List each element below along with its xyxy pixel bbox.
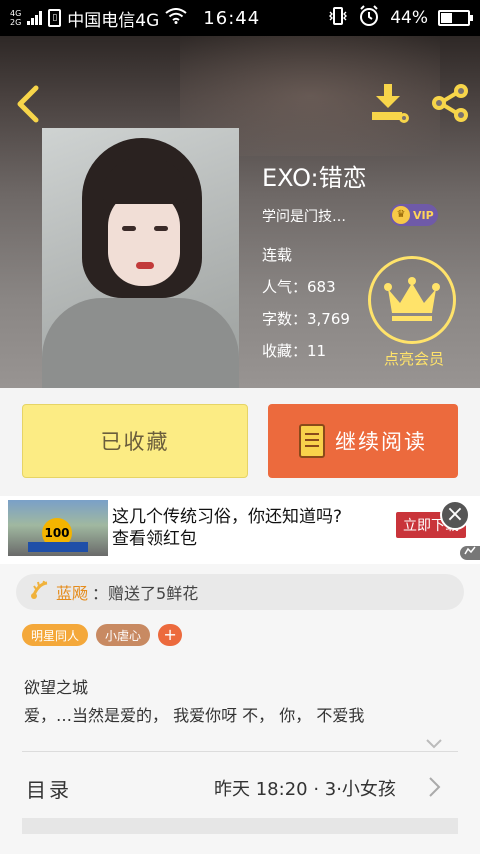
signal-icon (27, 11, 43, 25)
tag-item[interactable]: 小虐心 (96, 624, 151, 646)
description-title: 欲望之城 (24, 678, 89, 697)
favorite-button[interactable]: 已收藏 (22, 404, 248, 478)
gift-user[interactable]: 蓝飏 (56, 580, 88, 604)
clock-time: 16:44 (203, 7, 261, 29)
chevron-down-icon (426, 739, 442, 749)
network-type: 4G 2G (10, 9, 21, 27)
gift-message: ：赠送了5鲜花 (92, 584, 199, 603)
share-button[interactable] (428, 82, 472, 124)
book-title: EXO:错恋 (262, 164, 367, 192)
carrier-name: 中国电信4G (67, 10, 160, 31)
wifi-icon (165, 8, 187, 28)
action-bar: 已收藏 继续阅读 (0, 388, 480, 496)
author-name[interactable]: 学问是门技… (262, 206, 346, 226)
sim-card-icon: ▯ (48, 9, 62, 27)
network-2g-label: 2G (10, 18, 22, 27)
book-icon (299, 424, 325, 458)
download-icon (372, 84, 409, 123)
favorites-stat: 收藏：11 (262, 342, 327, 360)
ad-thumbnail: 100 (8, 500, 108, 556)
tag-list: 明星同人 小虐心 + (22, 624, 183, 646)
toc-label[interactable]: 目录 (26, 774, 72, 803)
continue-reading-button[interactable]: 继续阅读 (268, 404, 458, 478)
popularity-stat: 人气：683 (262, 278, 336, 296)
ad-text: 这几个传统习俗，你还知道吗? 查看领红包 (112, 506, 342, 550)
book-cover-image[interactable] (42, 128, 239, 388)
book-details: 蓝飏 ：赠送了5鲜花 明星同人 小虐心 + 欲望之城 爱，…当然是爱的， 我爱你… (0, 564, 480, 854)
battery-percent: 44% (390, 8, 428, 28)
ad-headline: 这几个传统习俗，你还知道吗? (112, 507, 343, 527)
vibrate-icon (328, 6, 348, 31)
ad-close-button[interactable]: × (440, 500, 470, 530)
ad-banner[interactable]: 100 这几个传统习俗，你还知道吗? 查看领红包 立即下载 (0, 496, 480, 564)
chevron-right-icon[interactable] (428, 776, 442, 798)
flower-icon (30, 580, 50, 604)
download-button[interactable] (368, 82, 412, 124)
serial-status: 连载 (262, 246, 293, 264)
member-label: 点亮会员 (383, 350, 444, 368)
ad-marker-icon (460, 546, 480, 560)
close-icon: × (445, 502, 465, 527)
placeholder-bar (22, 818, 458, 834)
battery-icon (438, 10, 473, 26)
status-bar: 4G 2G ▯ 中国电信4G 16:44 44% (0, 0, 480, 36)
continue-reading-label: 继续阅读 (335, 430, 427, 454)
expand-button[interactable] (426, 734, 442, 749)
description-text: 爱，…当然是爱的， 我爱你呀 不， 你， 不爱我 (24, 706, 365, 725)
book-header: EXO:错恋 学问是门技… ♛ VIP 连载 人气：683 字数：3,769 收… (0, 36, 480, 388)
divider (22, 751, 458, 752)
gift-notice[interactable]: 蓝飏 ：赠送了5鲜花 (16, 574, 464, 610)
share-icon (432, 84, 468, 122)
chevron-left-icon (17, 85, 39, 123)
ad-subline: 查看领红包 (112, 529, 197, 549)
toc-latest-chapter[interactable]: 昨天 18:20 · 3·小女孩 (214, 775, 396, 801)
vip-badge: ♛ VIP (390, 204, 438, 226)
network-4g-label: 4G (10, 9, 22, 18)
vip-label: VIP (413, 208, 434, 222)
favorite-label: 已收藏 (100, 430, 170, 454)
crown-icon: ♛ (392, 206, 410, 224)
add-tag-button[interactable]: + (158, 624, 183, 646)
member-button[interactable]: 点亮会员 (368, 256, 460, 386)
tag-item[interactable]: 明星同人 (22, 624, 89, 646)
word-count-stat: 字数：3,769 (262, 310, 350, 328)
alarm-icon (358, 4, 380, 32)
back-button[interactable] (14, 84, 44, 124)
crown-icon (368, 256, 456, 344)
